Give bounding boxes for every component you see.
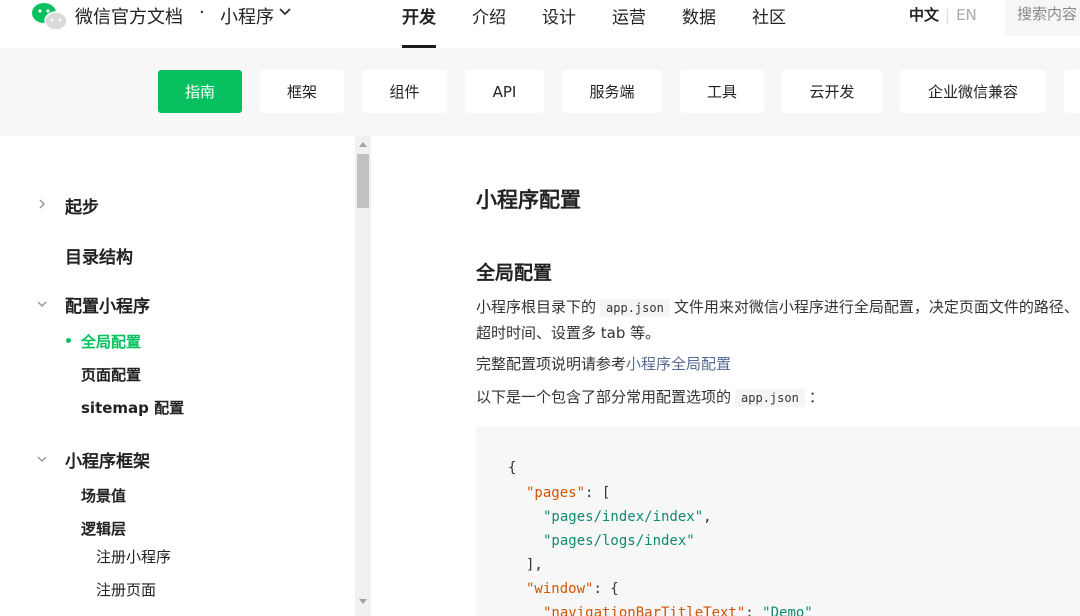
paragraph-intro-line2: 超时时间、设置多 tab 等。 [476, 324, 661, 342]
scroll-down-arrow-icon[interactable] [359, 599, 367, 604]
lang-divider: | [945, 6, 951, 24]
inline-code: app.json [735, 389, 805, 407]
lang-en[interactable]: EN [956, 6, 977, 24]
sidebar-item-sitemap-config[interactable]: sitemap 配置 [81, 397, 184, 418]
code-key: "navigationBarTitleText" [543, 605, 746, 616]
sidebar-item-directory[interactable]: 目录结构 [65, 243, 133, 268]
paragraph-example: 以下是一个包含了部分常用配置选项的 app.json： [476, 387, 824, 408]
active-bullet-icon [66, 338, 71, 343]
sidebar-item-logic-layer[interactable]: 逻辑层 [81, 518, 126, 539]
sidebar: 起步 目录结构 配置小程序 全局配置 页面配置 sitemap 配置 小程序框架… [0, 136, 355, 616]
paragraph-reference: 完整配置项说明请参考小程序全局配置 [476, 354, 731, 374]
code-line-partial: "navigationBarTitleText": "Demo" [543, 605, 813, 616]
code-punct: : [745, 605, 763, 616]
main-content: 小程序配置 全局配置 小程序根目录下的 app.json 文件用来对微信小程序进行全… [371, 136, 1080, 616]
code-string: "pages/logs/index" [543, 533, 695, 549]
tab-cloud[interactable]: 云开发 [782, 70, 882, 113]
paragraph-text: 小程序根目录下的 [476, 298, 597, 316]
search-input[interactable] [1005, 0, 1080, 23]
code-string: "pages/index/index" [543, 509, 704, 525]
paragraph-text: ： [808, 388, 824, 406]
tab-guide[interactable]: 指南 [158, 70, 242, 113]
top-header: 微信官方文档 · 小程序 开发 介绍 设计 运营 数据 社区 中文 | EN [0, 0, 1080, 48]
sidebar-item-global-config[interactable]: 全局配置 [81, 331, 141, 352]
code-block: { "pages": [ "pages/index/index", "pages… [476, 426, 1080, 616]
code-string: "Demo" [762, 605, 813, 616]
nav-item-dev[interactable]: 开发 [402, 3, 436, 48]
scroll-up-arrow-icon[interactable] [359, 142, 367, 147]
product-selector[interactable]: 小程序 [220, 3, 274, 29]
brand-separator: · [199, 2, 205, 23]
tab-components[interactable]: 组件 [362, 70, 447, 113]
code-punct: : { [593, 581, 619, 597]
chevron-right-icon[interactable] [36, 198, 48, 210]
sidebar-item-scene[interactable]: 场景值 [81, 485, 126, 506]
brand-title[interactable]: 微信官方文档 [75, 3, 183, 29]
paragraph-text: 文件用来对微信小程序进行全局配置，决定页面文件的路径、 [673, 298, 1079, 316]
scroll-thumb[interactable] [357, 154, 369, 208]
sidebar-item-config[interactable]: 配置小程序 [65, 292, 150, 317]
nav-item-design[interactable]: 设计 [542, 3, 576, 48]
paragraph-text: 以下是一个包含了部分常用配置选项的 [476, 388, 732, 406]
tab-more-partial[interactable] [1064, 70, 1080, 113]
language-switch: 中文 | EN [909, 4, 977, 25]
paragraph-text: 完整配置项说明请参考 [476, 355, 627, 373]
code-line: ], [526, 557, 543, 573]
sidebar-item-framework[interactable]: 小程序框架 [65, 447, 150, 472]
chevron-down-icon[interactable] [278, 7, 292, 17]
tab-framework[interactable]: 框架 [260, 70, 344, 113]
tab-api[interactable]: API [465, 70, 544, 113]
lang-zh[interactable]: 中文 [909, 6, 939, 24]
code-line: "pages": [ [526, 485, 610, 501]
sidebar-item-page-config[interactable]: 页面配置 [81, 364, 141, 385]
sidebar-item-register-app[interactable]: 注册小程序 [96, 546, 171, 567]
wechat-logo-icon[interactable] [30, 2, 70, 32]
chevron-down-icon[interactable] [36, 453, 48, 465]
code-line: { [508, 460, 517, 476]
code-key: "pages" [526, 485, 586, 501]
code-punct: : [ [585, 485, 611, 501]
top-nav: 开发 介绍 设计 运营 数据 社区 [402, 3, 822, 48]
code-line: "pages/logs/index" [543, 533, 695, 549]
tab-wecom[interactable]: 企业微信兼容 [900, 70, 1046, 113]
page-title: 小程序配置 [476, 188, 581, 212]
sub-nav: 指南 框架 组件 API 服务端 工具 云开发 企业微信兼容 [0, 48, 1080, 136]
code-key: "window" [526, 581, 594, 597]
inline-code: app.json [600, 299, 670, 317]
sidebar-item-register-page[interactable]: 注册页面 [96, 579, 156, 600]
nav-item-community[interactable]: 社区 [752, 3, 786, 48]
search-box [1005, 0, 1080, 36]
sidebar-item-getting-started[interactable]: 起步 [65, 193, 99, 218]
section-title: 全局配置 [476, 262, 553, 284]
code-line: "window": { [526, 581, 619, 597]
nav-item-operate[interactable]: 运营 [612, 3, 646, 48]
tab-tools[interactable]: 工具 [680, 70, 764, 113]
chevron-down-icon[interactable] [36, 298, 48, 310]
code-punct: , [703, 509, 712, 525]
sidebar-scrollbar[interactable] [355, 136, 371, 616]
nav-item-data[interactable]: 数据 [682, 3, 716, 48]
code-line: "pages/index/index", [543, 509, 712, 525]
nav-item-intro[interactable]: 介绍 [472, 3, 506, 48]
paragraph-intro: 小程序根目录下的 app.json 文件用来对微信小程序进行全局配置，决定页面文件的… [476, 297, 1079, 318]
global-config-link[interactable]: 小程序全局配置 [626, 355, 731, 373]
tab-server[interactable]: 服务端 [562, 70, 662, 113]
